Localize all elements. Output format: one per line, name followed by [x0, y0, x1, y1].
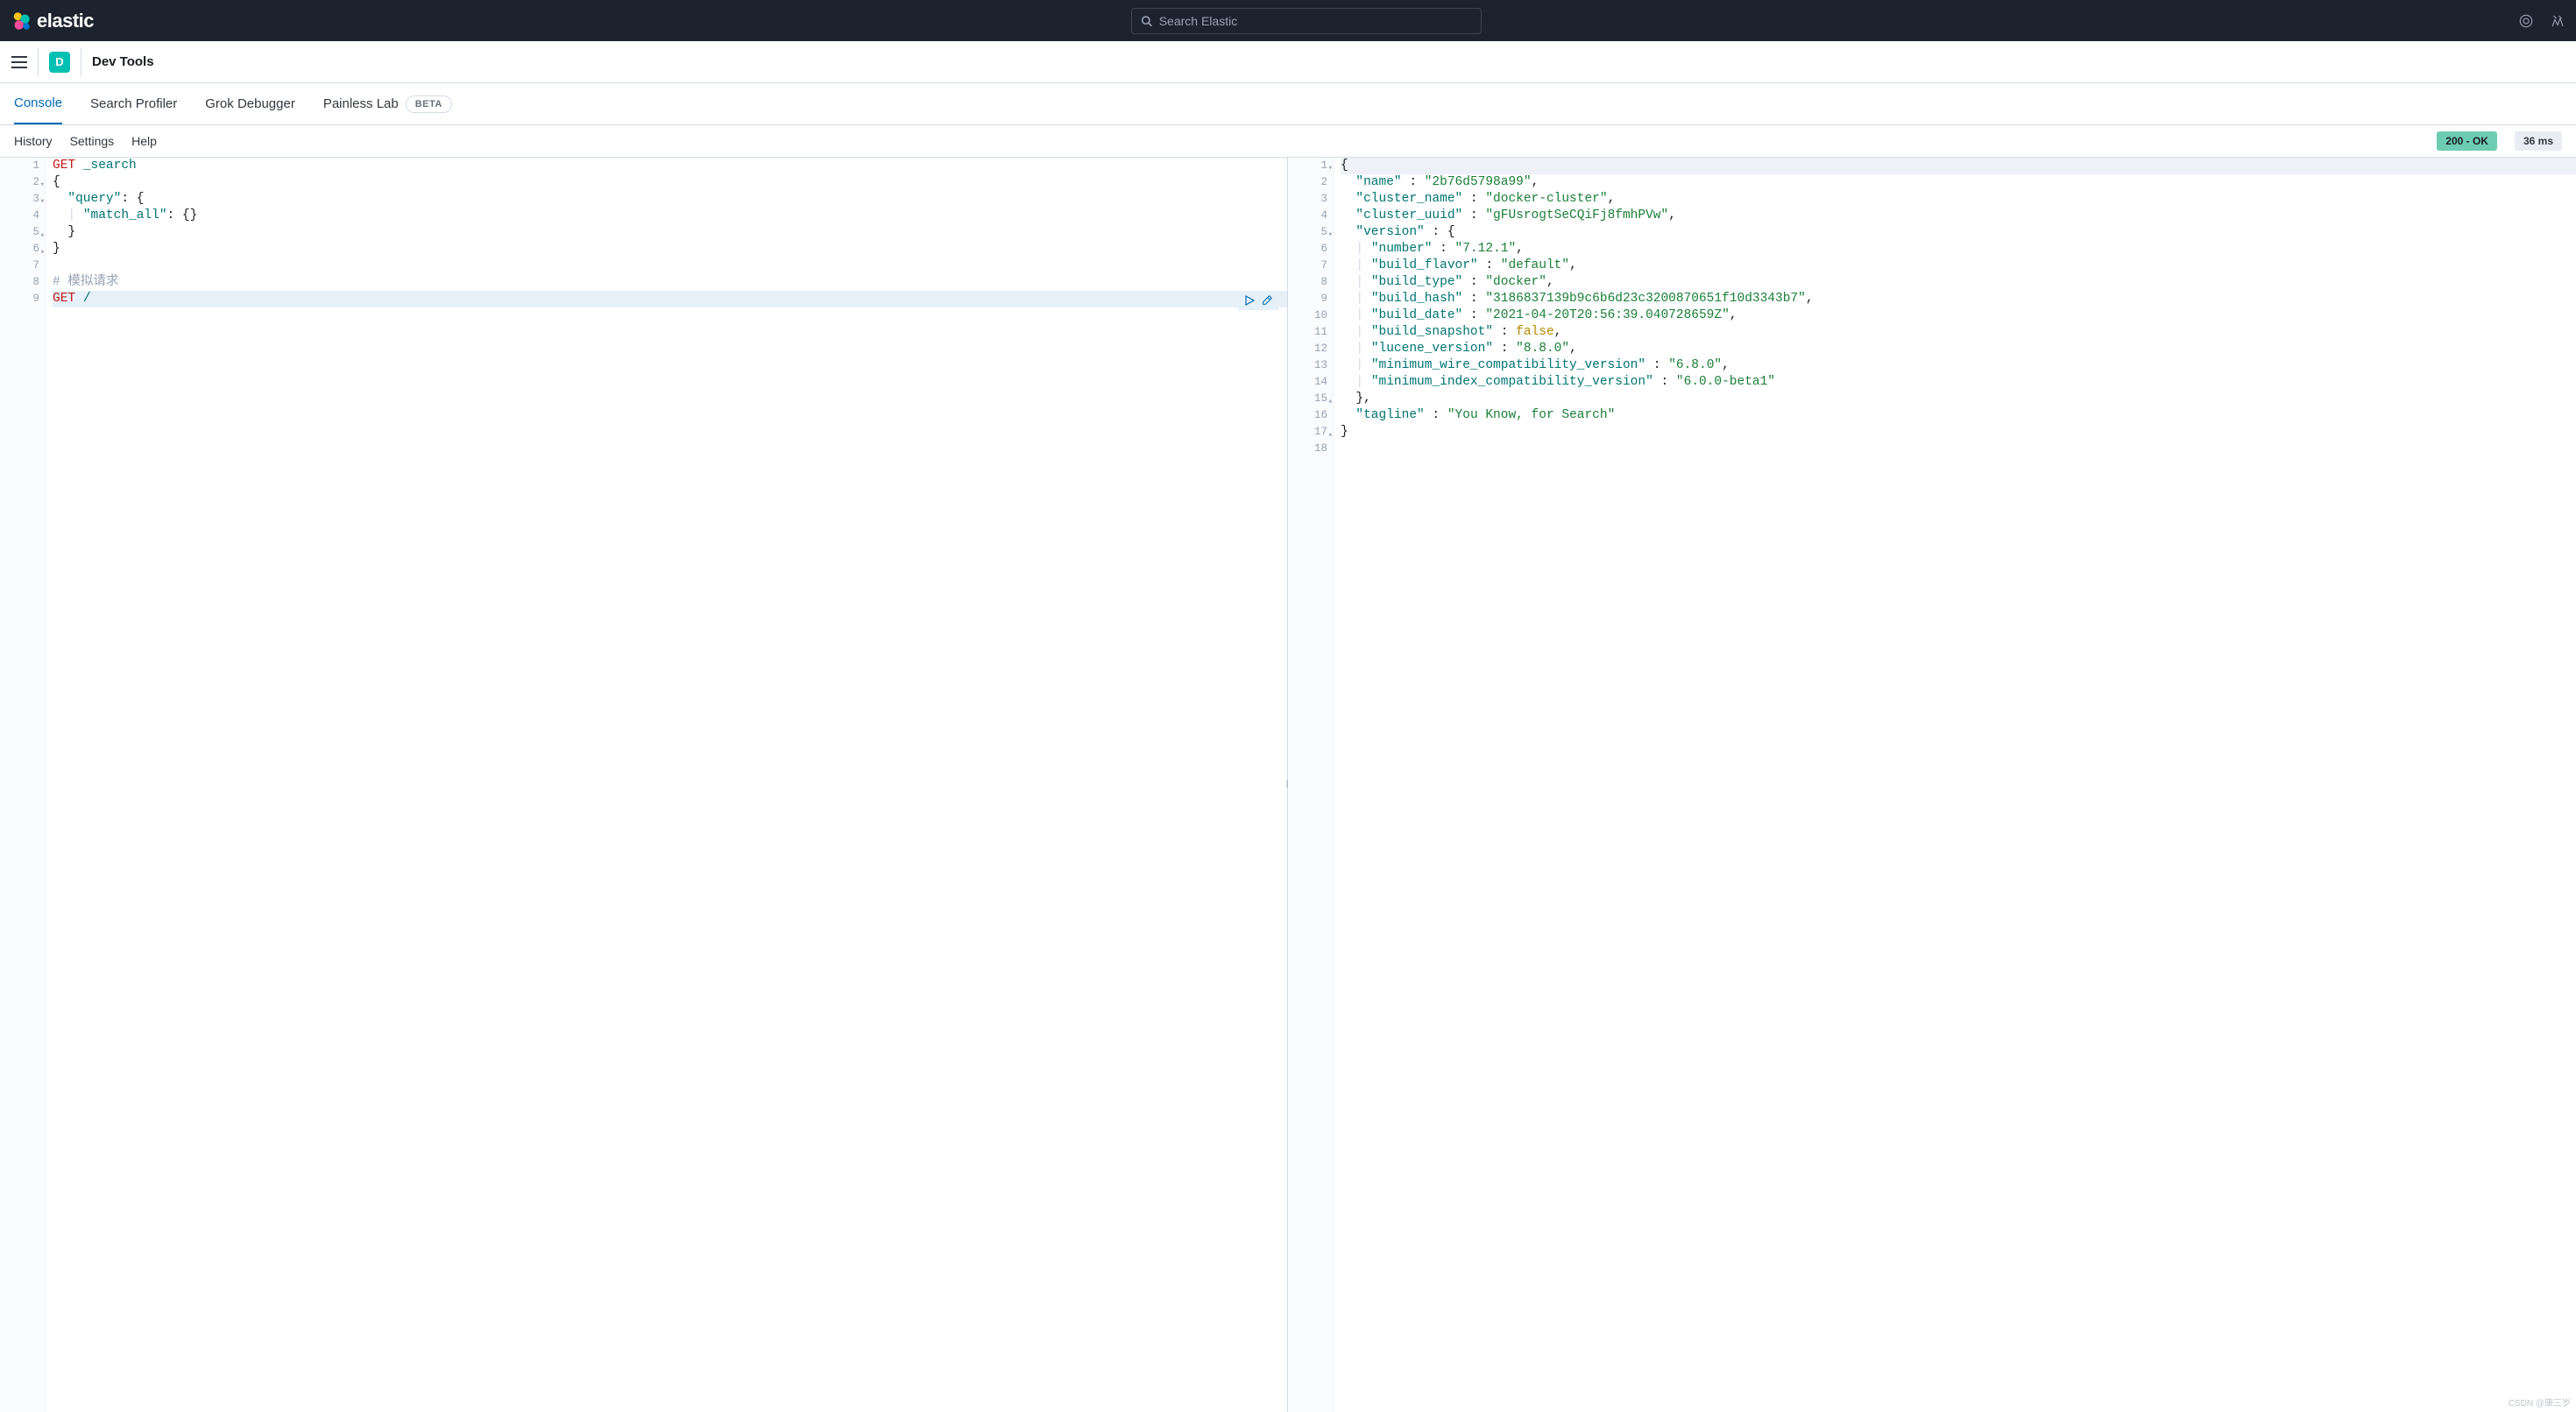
- request-line-actions: [1238, 291, 1278, 310]
- search-icon: [1141, 15, 1152, 27]
- code-line: [1341, 441, 2576, 457]
- history-link[interactable]: History: [14, 134, 53, 148]
- request-options-button[interactable]: [1259, 293, 1275, 308]
- code-line: | "build_hash" : "3186837139b9c6b6d23c32…: [1341, 291, 2576, 307]
- beta-badge: BETA: [406, 95, 452, 113]
- code-line: | "number" : "7.12.1",: [1341, 241, 2576, 258]
- elastic-logo-icon: [11, 11, 32, 32]
- code-line: | "minimum_index_compatibility_version" …: [1341, 374, 2576, 391]
- tab-label: Search Profiler: [90, 96, 177, 111]
- code-line[interactable]: GET _search: [53, 158, 1287, 174]
- code-line[interactable]: | "match_all": {}: [53, 208, 1287, 224]
- hamburger-icon: [11, 56, 27, 68]
- settings-link[interactable]: Settings: [70, 134, 115, 148]
- tab-label: Grok Debugger: [205, 96, 295, 111]
- topbar-actions: [2518, 13, 2565, 29]
- global-search-input[interactable]: [1159, 14, 1472, 28]
- tab-painless-lab[interactable]: Painless Lab BETA: [323, 95, 452, 125]
- code-line: | "build_flavor" : "default",: [1341, 258, 2576, 274]
- tab-label: Console: [14, 95, 62, 110]
- nav-toggle-button[interactable]: [11, 48, 39, 76]
- code-line[interactable]: "query": {: [53, 191, 1287, 208]
- code-line[interactable]: }: [53, 224, 1287, 241]
- response-code: { "name" : "2b76d5798a99", "cluster_name…: [1288, 158, 2576, 457]
- brand-name: elastic: [37, 10, 94, 32]
- topbar: elastic: [0, 0, 2576, 41]
- console-toolbar: History Settings Help 200 - OK 36 ms: [0, 125, 2576, 157]
- send-request-button[interactable]: [1242, 293, 1257, 308]
- newsfeed-icon[interactable]: [2518, 13, 2534, 29]
- response-status-badge: 200 - OK: [2437, 131, 2497, 151]
- code-line[interactable]: {: [53, 174, 1287, 191]
- code-line[interactable]: [53, 258, 1287, 274]
- response-gutter: 1▾2345▾6789101112131415▴1617▴18: [1288, 158, 1334, 1412]
- space-selector[interactable]: D: [49, 48, 92, 76]
- code-line: | "build_snapshot" : false,: [1341, 324, 2576, 341]
- response-editor: 1▾2345▾6789101112131415▴1617▴18 { "name"…: [1288, 158, 2576, 1412]
- code-line: | "minimum_wire_compatibility_version" :…: [1341, 357, 2576, 374]
- code-line: | "build_date" : "2021-04-20T20:56:39.04…: [1341, 307, 2576, 324]
- request-editor[interactable]: 12▾3▾45▴6▴789 GET _search{ "query": { | …: [0, 158, 1288, 1412]
- code-line: | "lucene_version" : "8.8.0",: [1341, 341, 2576, 357]
- global-search[interactable]: [1131, 8, 1482, 34]
- code-line: | "build_type" : "docker",: [1341, 274, 2576, 291]
- brand-logo[interactable]: elastic: [11, 10, 94, 32]
- editor-panes: 12▾3▾45▴6▴789 GET _search{ "query": { | …: [0, 157, 2576, 1412]
- code-line: "tagline" : "You Know, for Search": [1341, 407, 2576, 424]
- help-link[interactable]: Help: [131, 134, 157, 148]
- global-search-wrap: [101, 8, 2511, 34]
- tab-grok-debugger[interactable]: Grok Debugger: [205, 96, 295, 124]
- response-time-badge: 36 ms: [2515, 131, 2562, 151]
- code-line: {: [1341, 158, 2576, 174]
- request-gutter: 12▾3▾45▴6▴789: [0, 158, 46, 1412]
- code-line: "cluster_name" : "docker-cluster",: [1341, 191, 2576, 208]
- breadcrumb: Dev Tools: [92, 54, 154, 69]
- code-line: "cluster_uuid" : "gFUsrogtSeCQiFj8fmhPVw…: [1341, 208, 2576, 224]
- code-line: "name" : "2b76d5798a99",: [1341, 174, 2576, 191]
- watermark: CSDN @康三岁: [2509, 1395, 2571, 1408]
- space-avatar: D: [49, 52, 70, 73]
- app-header: D Dev Tools: [0, 41, 2576, 83]
- help-icon[interactable]: [2550, 13, 2565, 29]
- devtools-tabs: Console Search Profiler Grok Debugger Painl…: [0, 83, 2576, 125]
- code-line: "version" : {: [1341, 224, 2576, 241]
- tab-search-profiler[interactable]: Search Profiler: [90, 96, 177, 124]
- request-code[interactable]: GET _search{ "query": { | "match_all": {…: [0, 158, 1287, 307]
- tab-label: Painless Lab: [323, 96, 399, 111]
- tab-console[interactable]: Console: [14, 95, 62, 124]
- code-line[interactable]: # 模拟请求: [53, 274, 1287, 291]
- code-line[interactable]: GET /: [53, 291, 1287, 307]
- code-line: },: [1341, 391, 2576, 407]
- code-line: }: [1341, 424, 2576, 441]
- code-line[interactable]: }: [53, 241, 1287, 258]
